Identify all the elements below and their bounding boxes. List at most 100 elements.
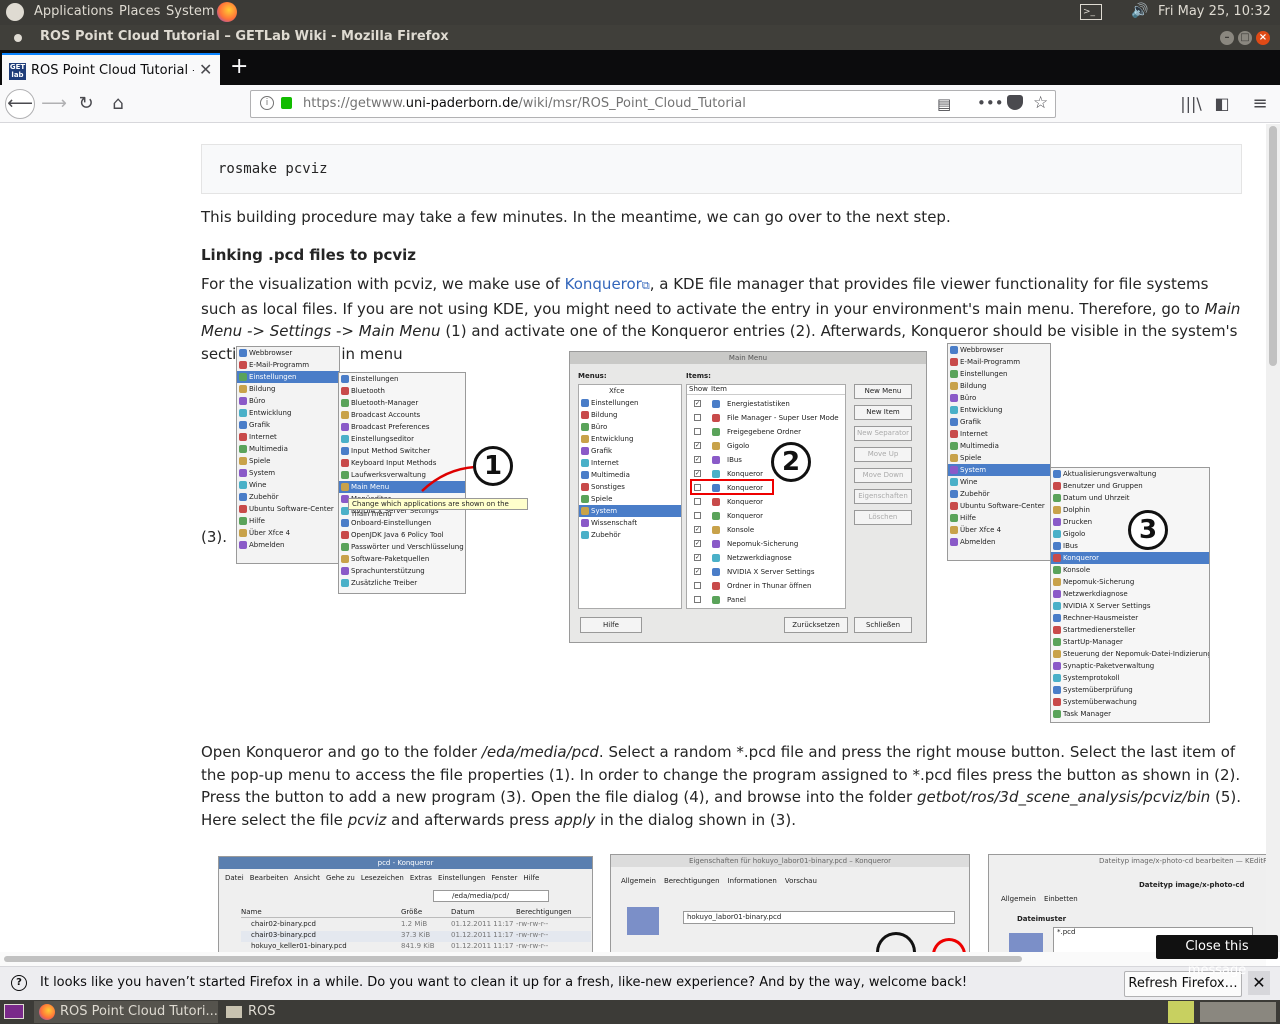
fig5-tab[interactable]: Vorschau [785,877,817,885]
fig1-left-item[interactable]: Zubehör [237,491,339,503]
fig2-tree-item[interactable]: Internet [579,457,681,469]
fig3-sub-item[interactable]: Rechner-Hausmeister [1051,612,1209,624]
fig1-sub-item[interactable]: Passwörter und Verschlüsselung [339,541,465,553]
fig4-menu-item[interactable]: Hilfe [523,874,539,882]
fig3-left-item[interactable]: Büro [948,392,1050,404]
fig3-sub-item[interactable]: Konqueror [1051,552,1209,564]
checkbox[interactable]: ✓ [694,456,701,463]
fig1-left-item[interactable]: Internet [237,431,339,443]
url-text[interactable]: https://getwww.uni-paderborn.de/wiki/msr… [303,96,746,111]
fig2-action-button[interactable]: New Item [854,405,912,420]
fig2-help-button[interactable]: Hilfe [580,617,642,633]
fig3-left-item[interactable]: Abmelden [948,536,1050,548]
page-actions-icon[interactable]: ••• [977,94,1004,112]
fig3-sub-item[interactable]: IBus [1051,540,1209,552]
fig3-left-item[interactable]: Webbrowser [948,344,1050,356]
fig3-left-item[interactable]: Spiele [948,452,1050,464]
fig2-close-button[interactable]: Schließen [854,617,912,633]
scrollbar-thumb[interactable] [1269,126,1277,366]
fig2-item-row[interactable]: Ordner in Thunar öffnen [687,579,845,593]
fig3-sub-item[interactable]: StartUp-Manager [1051,636,1209,648]
fig1-left-item[interactable]: Entwicklung [237,407,339,419]
volume-icon[interactable]: 🔊 [1131,3,1148,19]
fig2-tree-item[interactable]: Spiele [579,493,681,505]
fig1-sub-item[interactable]: Broadcast Accounts [339,409,465,421]
fig2-tree[interactable]: Xfce Einstellungen Bildung Büro Entwicklung… [578,384,682,609]
fig1-left-item[interactable]: Wine [237,479,339,491]
fig1-sub-item[interactable]: Software-Paketquellen [339,553,465,565]
clock[interactable]: Fri May 25, 10:32 [1158,4,1271,19]
fig2-action-button[interactable]: Move Up [854,447,912,462]
checkbox[interactable]: ✓ [694,400,701,407]
minimize-button[interactable]: – [1220,31,1234,45]
fig1-main-menu[interactable]: Webbrowser E-Mail-Programm Einstellungen Bi… [236,346,340,564]
fig3-sub-item[interactable]: Datum und Uhrzeit [1051,492,1209,504]
checkbox[interactable]: ✓ [694,554,701,561]
close-window-button[interactable]: × [1256,31,1270,45]
fig4-column-header[interactable]: Name [241,908,262,916]
fig1-left-item[interactable]: Webbrowser [237,347,339,359]
fig2-item-row[interactable]: ✓ Netzwerkdiagnose [687,551,845,565]
fig4-konqueror[interactable]: pcd - Konqueror Datei Bearbeiten Ansicht Ge… [218,856,593,952]
fig2-item-row[interactable]: ✓ Gigolo [687,439,845,453]
forward-icon[interactable]: ⟶ [40,90,68,118]
fig3-left-item[interactable]: Bildung [948,380,1050,392]
fig1-sub-item[interactable]: Bluetooth [339,385,465,397]
fig3-left-item[interactable]: Internet [948,428,1050,440]
fig4-menu-item[interactable]: Bearbeiten [250,874,288,882]
fig3-sub-item[interactable]: Systemüberprüfung [1051,684,1209,696]
fig3-sub-item[interactable]: Startmedienersteller [1051,624,1209,636]
fig3-left-item[interactable]: Grafik [948,416,1050,428]
fig3-sub-item[interactable]: Systemprotokoll [1051,672,1209,684]
fig5-filename[interactable]: hokuyo_labor01-binary.pcd [683,911,955,924]
fig2-tree-item[interactable]: Wissenschaft [579,517,681,529]
fig3-sub-item[interactable]: Aktualisierungsverwaltung [1051,468,1209,480]
fig2-action-button[interactable]: Move Down [854,468,912,483]
fig3-sub-item[interactable]: Systemüberwachung [1051,696,1209,708]
fig4-menu-item[interactable]: Fenster [491,874,517,882]
fig3-sub-item[interactable]: Netzwerkdiagnose [1051,588,1209,600]
pocket-icon[interactable] [1007,95,1023,110]
fig4-menu-item[interactable]: Datei [225,874,244,882]
fig3-sub-item[interactable]: Synaptic-Paketverwaltung [1051,660,1209,672]
checkbox[interactable]: ✓ [694,568,701,575]
fig1-sub-item[interactable]: Zusätzliche Treiber [339,577,465,589]
firefox-launcher-icon[interactable] [217,2,237,22]
fig1-left-item[interactable]: Einstellungen [237,371,339,383]
fig4-column-header[interactable]: Datum [451,908,475,916]
fig2-item-row[interactable]: File Manager - Super User Mode [687,411,845,425]
table-row[interactable]: chair02-binary.pcd 1.2 MiB 01.12.2011 11:1… [241,920,591,931]
fig3-sub-item[interactable]: Nepomuk-Sicherung [1051,576,1209,588]
fig1-sub-item[interactable]: Bluetooth-Manager [339,397,465,409]
table-row[interactable]: hokuyo_keller01-binary.pcd 841.9 KiB 01.12… [241,942,591,952]
hamburger-menu-icon[interactable]: ≡ [1246,90,1274,118]
fig4-path[interactable]: /eda/media/pcd/ [433,890,549,902]
fig2-item-row[interactable]: Konqueror [687,509,845,523]
fig4-column-header[interactable]: Größe [401,908,422,916]
fig1-left-item[interactable]: Bildung [237,383,339,395]
table-row[interactable]: chair03-binary.pcd 37.3 KiB 01.12.2011 11:… [241,931,591,942]
fig3-left-item[interactable]: E-Mail-Programm [948,356,1050,368]
fig1-left-item[interactable]: Über Xfce 4 [237,527,339,539]
tray-firefox-icon[interactable] [1168,1001,1194,1023]
fig2-action-button[interactable]: Eigenschaften [854,489,912,504]
terminal-icon[interactable]: >_ [1080,4,1102,20]
konqueror-link[interactable]: Konqueror [565,275,642,293]
fig1-left-item[interactable]: Ubuntu Software-Center [237,503,339,515]
system-menu[interactable]: System [166,4,214,19]
fig3-left-item[interactable]: Wine [948,476,1050,488]
fig3-left-item[interactable]: Einstellungen [948,368,1050,380]
vertical-scrollbar[interactable] [1266,124,1280,952]
fig3-left-item[interactable]: Ubuntu Software-Center [948,500,1050,512]
checkbox[interactable] [694,596,701,603]
fig1-sub-item[interactable]: Einstellungseditor [339,433,465,445]
lock-icon[interactable] [281,97,292,109]
fig2-tree-item[interactable]: Sonstiges [579,481,681,493]
workspace-switcher[interactable] [1200,1002,1276,1022]
fig1-left-item[interactable]: Hilfe [237,515,339,527]
fig3-sub-item[interactable]: Konsole [1051,564,1209,576]
fig2-action-button[interactable]: New Separator [854,426,912,441]
fig4-menu-item[interactable]: Ansicht [294,874,320,882]
fig1-left-item[interactable]: Abmelden [237,539,339,551]
window-titlebar[interactable]: ROS Point Cloud Tutorial – GETLab Wiki -… [0,25,1280,50]
